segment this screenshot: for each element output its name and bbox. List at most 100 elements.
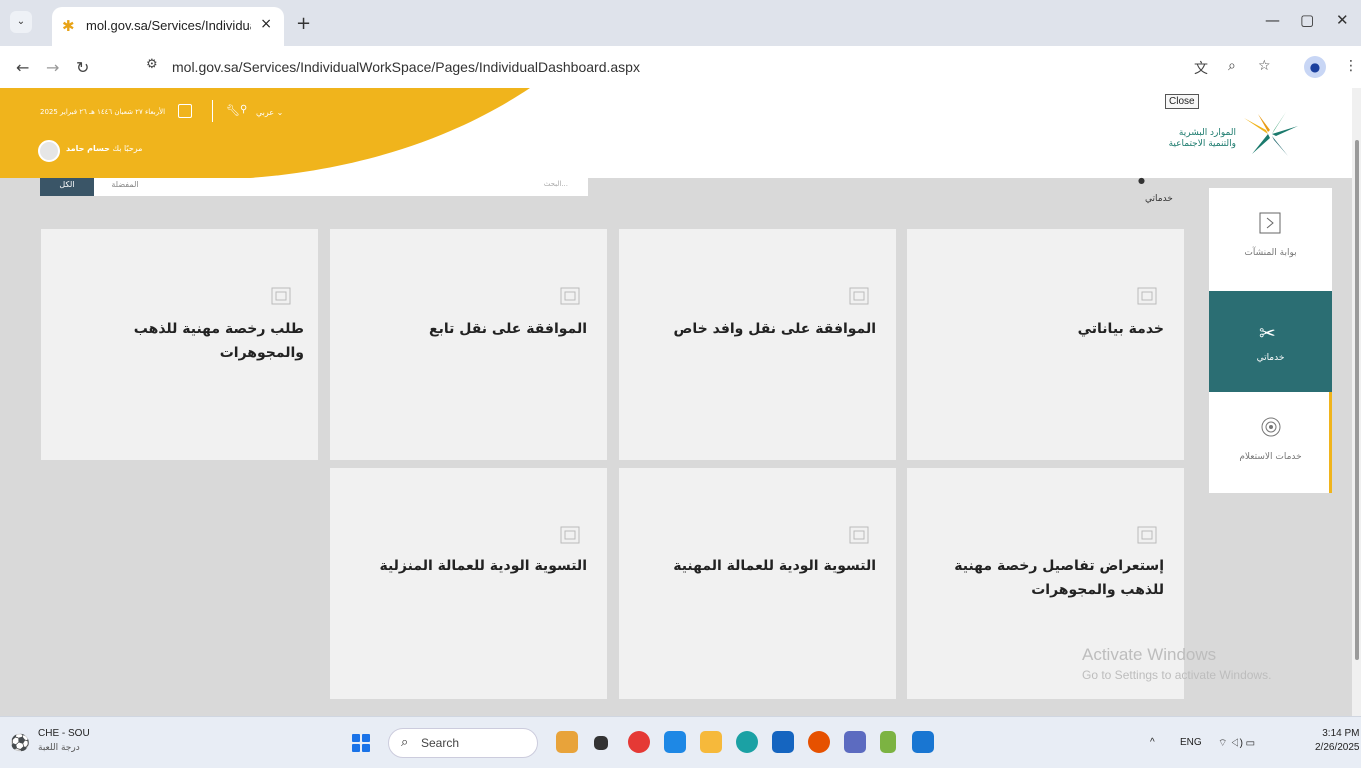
address-bar: ← → ↻ ⚙ mol.gov.sa/Services/IndividualWo… bbox=[0, 46, 1361, 88]
side-item-label: خدماتي bbox=[1256, 353, 1285, 363]
notepad-icon[interactable] bbox=[880, 731, 896, 753]
browser-tab-bar: ⌄ ✱ mol.gov.sa/Services/IndividualW × + … bbox=[0, 0, 1361, 46]
edge-icon[interactable] bbox=[736, 731, 758, 753]
new-tab-button[interactable]: + bbox=[296, 13, 311, 34]
service-card-title: الموافقة على نقل تابع bbox=[429, 321, 587, 337]
zoom-icon[interactable]: ⌕ bbox=[1228, 58, 1236, 74]
folder-icon[interactable] bbox=[700, 731, 722, 753]
welcome-text: مرحبًا بك حسام حامد bbox=[66, 144, 142, 153]
back-arrow-icon[interactable]: ← bbox=[16, 58, 29, 77]
service-card[interactable]: خدمة بياناتي bbox=[907, 229, 1184, 460]
file-explorer-icon[interactable] bbox=[594, 736, 608, 750]
app-icon-1[interactable] bbox=[556, 731, 578, 753]
maximize-button[interactable]: ▢ bbox=[1300, 11, 1314, 29]
tab-title: mol.gov.sa/Services/IndividualW bbox=[86, 18, 251, 33]
language-selector[interactable]: عربي ⌄ bbox=[256, 108, 283, 117]
side-item-establishments-portal[interactable]: بوابة المنشآت bbox=[1209, 188, 1332, 289]
image-placeholder-icon bbox=[849, 287, 869, 305]
url-text[interactable]: mol.gov.sa/Services/IndividualWorkSpace/… bbox=[172, 59, 640, 75]
image-placeholder-icon bbox=[271, 287, 291, 305]
wifi-volume-battery-icon[interactable]: ⌔ ◁) ▭ bbox=[1218, 737, 1255, 750]
search-input[interactable]: البحث... bbox=[156, 178, 588, 196]
teams-icon[interactable] bbox=[844, 731, 866, 753]
filter-all-button[interactable]: الكل bbox=[40, 178, 94, 196]
image-placeholder-icon bbox=[1137, 526, 1157, 544]
service-card[interactable]: التسوية الودية للعمالة المنزلية bbox=[330, 468, 607, 699]
weather-line-2[interactable]: درجة اللعبة bbox=[38, 743, 80, 753]
bookmark-star-icon[interactable]: ☆ bbox=[1258, 58, 1271, 74]
calendar-icon bbox=[178, 104, 192, 118]
close-tooltip: Close bbox=[1165, 94, 1199, 109]
ministry-logo-text: الموارد البشرية والتنمية الاجتماعية bbox=[1126, 128, 1236, 150]
side-item-my-services[interactable]: ✂ خدماتي bbox=[1209, 291, 1332, 392]
translate-icon[interactable]: 文 bbox=[1194, 58, 1208, 78]
forward-arrow-icon[interactable]: → bbox=[46, 58, 59, 77]
service-card[interactable]: الموافقة على نقل تابع bbox=[330, 229, 607, 460]
windows-start-icon[interactable] bbox=[352, 734, 370, 752]
portal-icon bbox=[1259, 212, 1281, 234]
breadcrumb-dot: ● bbox=[1138, 176, 1145, 185]
header-date: الأربعاء ٢٧ شعبان ١٤٤٦ هـ ٢٦ فبراير 2025 bbox=[40, 108, 166, 116]
scrollbar-thumb[interactable] bbox=[1355, 140, 1359, 660]
weather-icon[interactable]: ⚽ bbox=[10, 733, 30, 752]
photos-icon[interactable] bbox=[912, 731, 934, 753]
tab-search-dropdown-icon[interactable]: ⌄ bbox=[10, 11, 32, 33]
image-placeholder-icon bbox=[560, 287, 580, 305]
watermark-line-2: Go to Settings to activate Windows. bbox=[1082, 668, 1272, 682]
weather-line-1[interactable]: CHE - SOU bbox=[38, 728, 90, 739]
store-icon[interactable] bbox=[772, 731, 794, 753]
clock[interactable]: 3:14 PM 2/26/2025 bbox=[1315, 727, 1360, 755]
filter-favorites-button[interactable]: المفضلة bbox=[94, 178, 156, 196]
chrome-icon[interactable] bbox=[628, 731, 650, 753]
user-avatar[interactable] bbox=[38, 140, 60, 162]
side-item-label: خدمات الاستعلام bbox=[1239, 452, 1302, 462]
taskbar: ⚽ CHE - SOU درجة اللعبة ⌕ Search ^ ENG ⌔… bbox=[0, 716, 1361, 768]
ministry-logo-icon bbox=[1244, 112, 1298, 156]
service-card-title: التسوية الودية للعمالة المنزلية bbox=[379, 558, 587, 574]
url-omnibox[interactable]: ⚙ mol.gov.sa/Services/IndividualWorkSpac… bbox=[136, 52, 1326, 82]
service-card[interactable]: طلب رخصة مهنية للذهب والمجوهرات bbox=[41, 229, 318, 460]
active-accent-bar bbox=[1329, 392, 1332, 493]
tools-icon: ✂ bbox=[1259, 321, 1276, 345]
taskbar-search-box[interactable]: ⌕ Search bbox=[388, 728, 538, 758]
profile-avatar-icon[interactable]: ● bbox=[1304, 56, 1326, 78]
service-card[interactable]: التسوية الودية للعمالة المهنية bbox=[619, 468, 896, 699]
logo-line-1: الموارد البشرية bbox=[1178, 128, 1236, 138]
taskbar-search-label: Search bbox=[421, 736, 460, 750]
browser-tab[interactable]: ✱ mol.gov.sa/Services/IndividualW × bbox=[52, 7, 284, 46]
activate-windows-watermark: Activate Windows Go to Settings to activ… bbox=[1082, 645, 1271, 682]
side-item-label: بوابة المنشآت bbox=[1244, 248, 1297, 258]
breadcrumb: خدماتي bbox=[1145, 194, 1173, 204]
welcome-prefix: مرحبًا بك bbox=[112, 144, 143, 153]
watermark-line-1: Activate Windows bbox=[1082, 645, 1217, 664]
user-name[interactable]: حسام حامد bbox=[66, 144, 110, 153]
link-icon[interactable]: ⚲ bbox=[240, 104, 247, 115]
side-menu: بوابة المنشآت ✂ خدماتي خدمات الاستعلام bbox=[1209, 188, 1332, 493]
image-placeholder-icon bbox=[560, 526, 580, 544]
site-info-icon[interactable]: ⚙ bbox=[146, 57, 158, 72]
close-window-button[interactable]: ✕ bbox=[1336, 11, 1349, 29]
outlook-icon[interactable] bbox=[664, 731, 686, 753]
logo-line-2: والتنمية الاجتماعية bbox=[1168, 139, 1236, 149]
reload-icon[interactable]: ↻ bbox=[76, 58, 89, 77]
minimize-button[interactable]: — bbox=[1265, 11, 1280, 29]
search-placeholder: البحث... bbox=[543, 180, 568, 188]
site-favicon-icon: ✱ bbox=[62, 17, 75, 35]
menu-kebab-icon[interactable]: ⋮ bbox=[1344, 58, 1358, 74]
service-card-title: خدمة بياناتي bbox=[1077, 321, 1164, 337]
image-placeholder-icon bbox=[849, 526, 869, 544]
tab-close-icon[interactable]: × bbox=[260, 16, 272, 32]
clock-date: 2/26/2025 bbox=[1315, 742, 1360, 753]
firefox-icon[interactable] bbox=[808, 731, 830, 753]
side-item-inquiry-services[interactable]: خدمات الاستعلام bbox=[1209, 392, 1332, 493]
wrench-icon[interactable]: 🔧︎ bbox=[226, 104, 240, 117]
service-card-title: إستعراض تفاصيل رخصة مهنية للذهب والمجوهر… bbox=[954, 558, 1164, 598]
service-card-title: الموافقة على نقل وافد خاص bbox=[673, 321, 876, 337]
service-card[interactable]: الموافقة على نقل وافد خاص bbox=[619, 229, 896, 460]
header-yellow-shape bbox=[0, 88, 530, 178]
site-header: الأربعاء ٢٧ شعبان ١٤٤٦ هـ ٢٦ فبراير 2025… bbox=[0, 88, 1361, 178]
tray-chevron-icon[interactable]: ^ bbox=[1150, 737, 1155, 748]
service-card-title: طلب رخصة مهنية للذهب والمجوهرات bbox=[133, 321, 304, 361]
language-indicator[interactable]: ENG bbox=[1180, 737, 1202, 748]
clock-time: 3:14 PM bbox=[1322, 728, 1360, 739]
